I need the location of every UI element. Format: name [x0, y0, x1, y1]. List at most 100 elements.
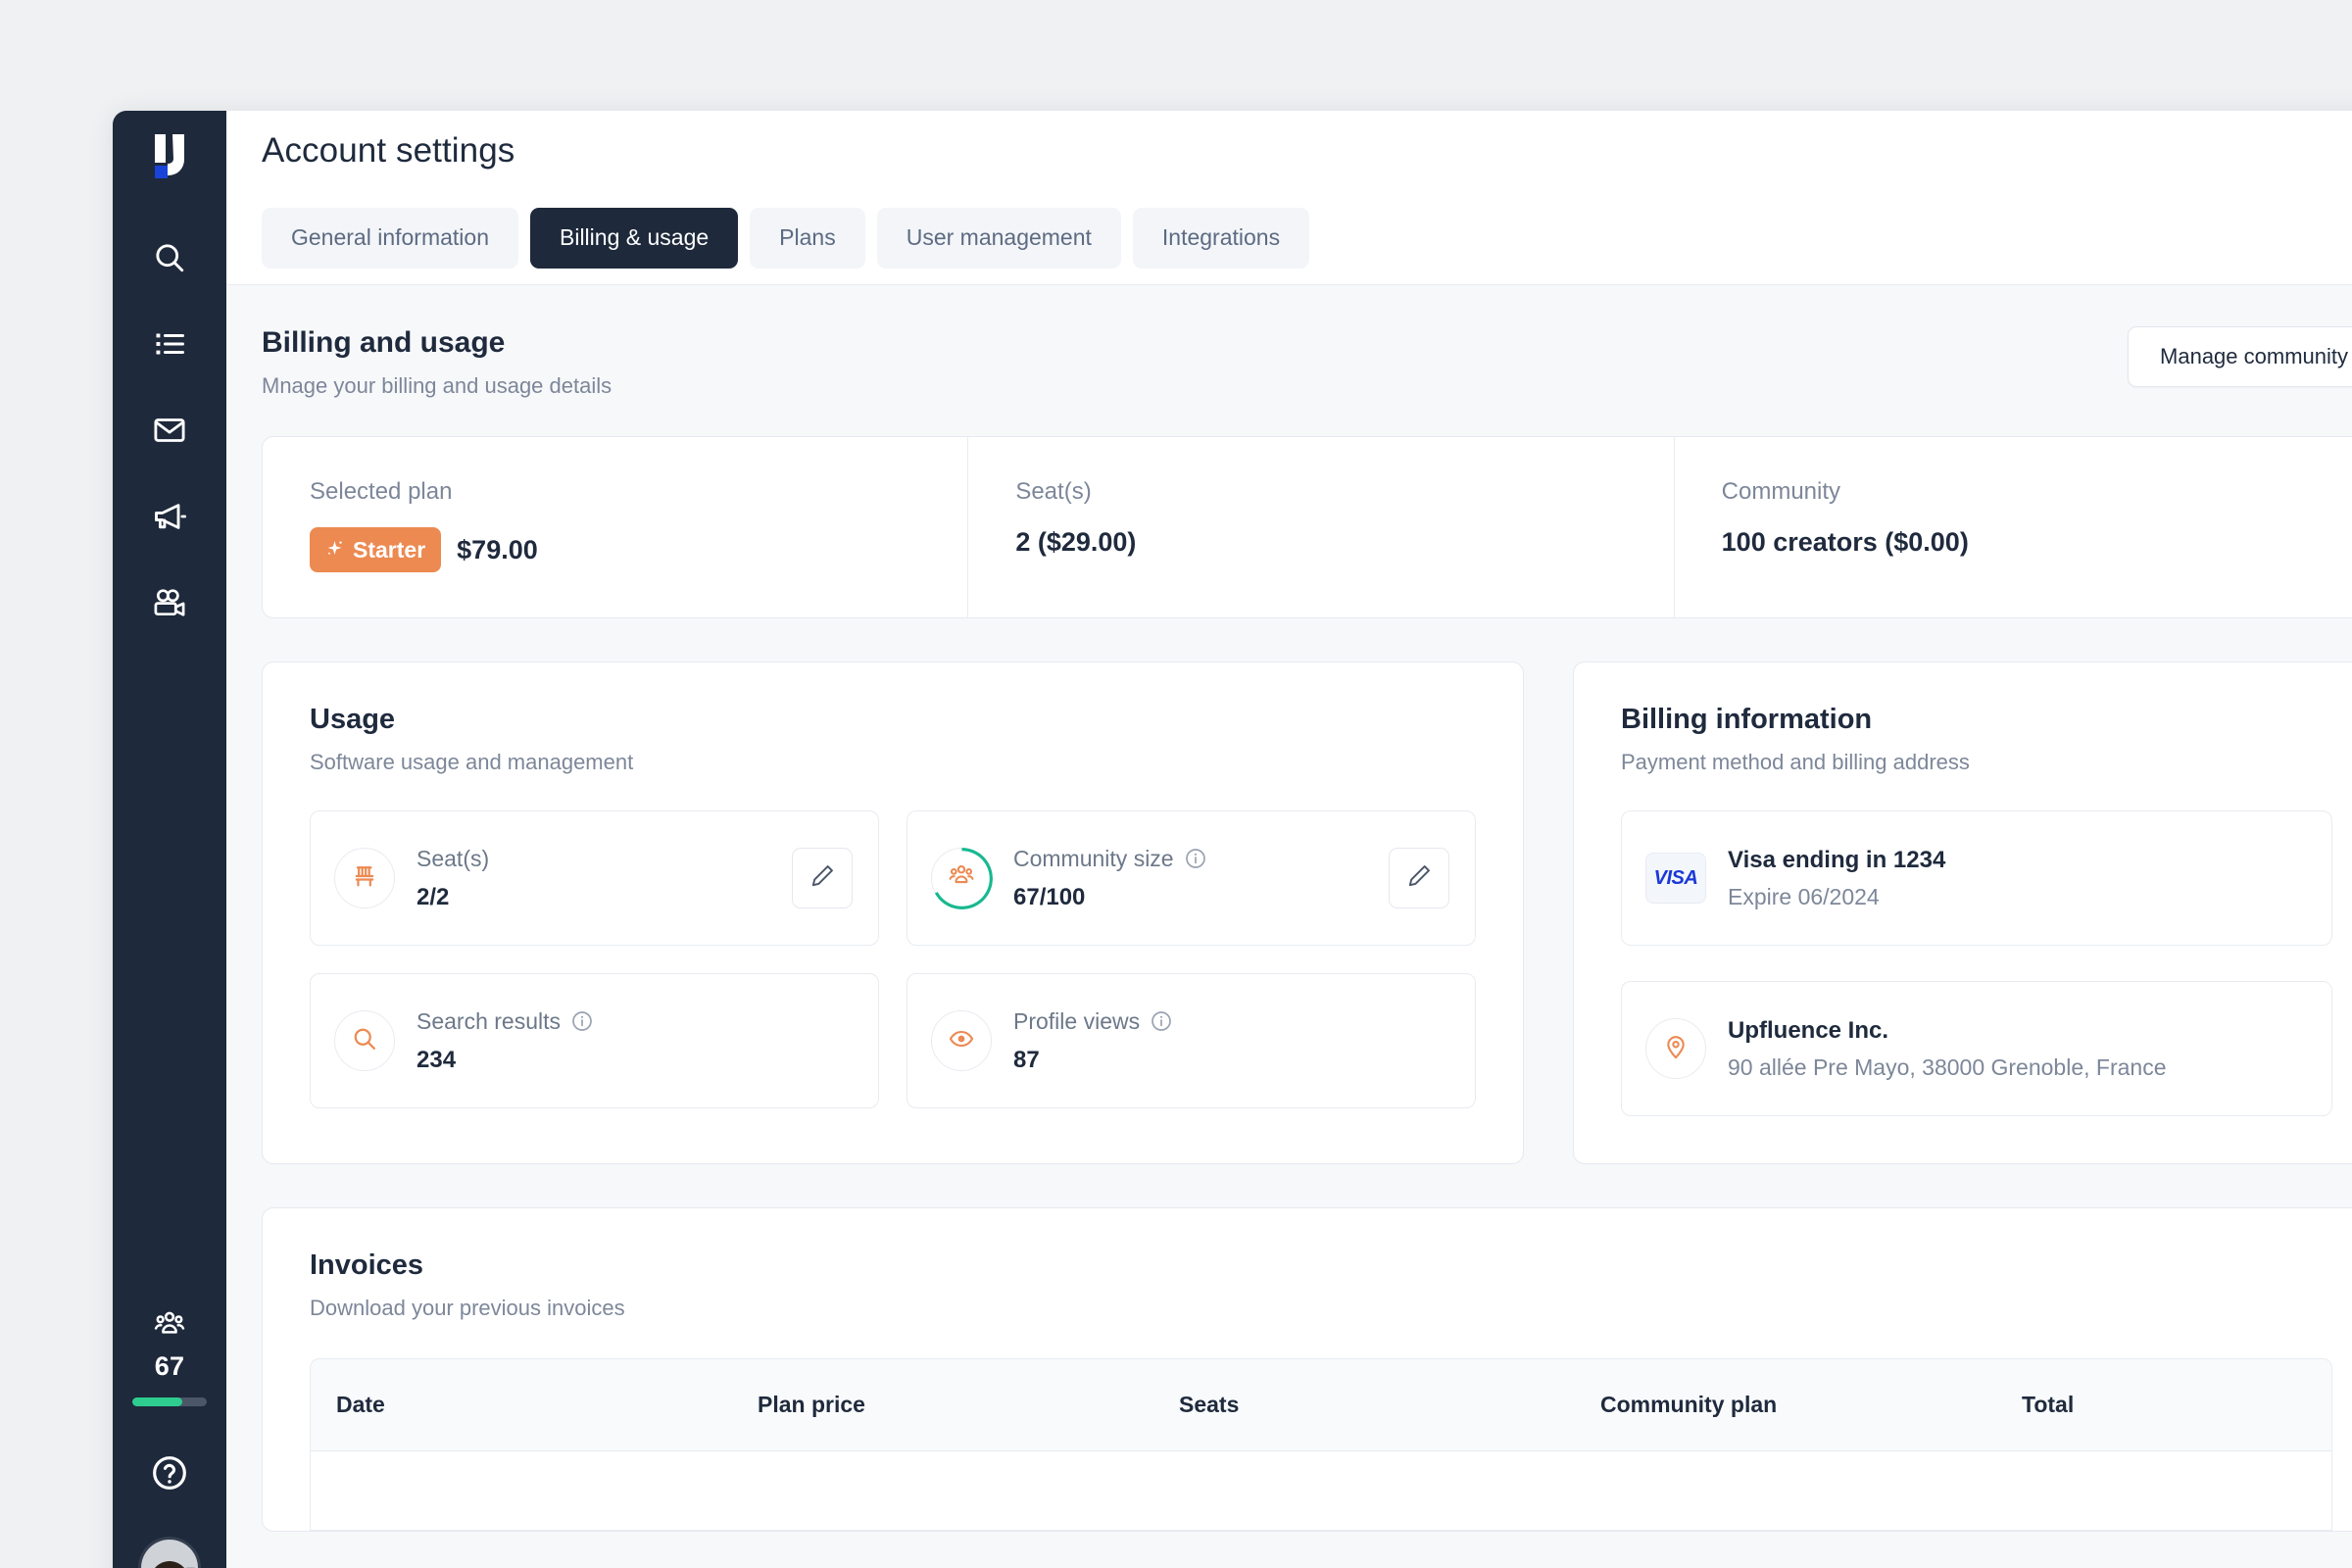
invoices-table: Date Plan price Seats Community plan Tot… — [310, 1358, 2332, 1531]
plan-badge: Starter — [310, 527, 442, 572]
manage-community-button[interactable]: Manage community — [2128, 326, 2352, 387]
summary-selected-plan: Selected plan Starter $79.00 — [263, 437, 967, 617]
summary-seats: Seat(s) 2 ($29.00) — [967, 437, 1673, 617]
usage-tile-body: Seat(s) 2/2 — [416, 846, 770, 911]
main-area: Account settings General information Bil… — [226, 111, 2352, 1568]
eye-icon-wrap — [931, 1010, 992, 1071]
avatar[interactable] — [141, 1540, 198, 1568]
billing-information-panel: Billing information Payment method and b… — [1573, 662, 2352, 1164]
invoices-table-header: Date Plan price Seats Community plan Tot… — [311, 1359, 2331, 1451]
billing-subtitle: Payment method and billing address — [1621, 750, 1970, 774]
sidebar-item-search[interactable] — [140, 232, 199, 283]
usage-tile-value: 87 — [1013, 1046, 1040, 1073]
card-primary: Visa ending in 1234 — [1728, 846, 1946, 873]
tab-bar: General information Billing & usage Plan… — [226, 191, 2352, 285]
megaphone-icon — [152, 499, 187, 534]
usage-tile-search-results: Search results 234 — [310, 973, 879, 1108]
info-icon[interactable] — [570, 1009, 594, 1033]
info-icon[interactable] — [1184, 847, 1207, 870]
column-header-total[interactable]: Total — [1996, 1392, 2331, 1418]
screen: 67 Account settings General information … — [0, 0, 2352, 1568]
invoices-title: Invoices — [310, 1250, 424, 1281]
sidebar-item-lists[interactable] — [140, 318, 199, 369]
community-count: 67 — [154, 1351, 185, 1381]
eye-icon — [948, 1025, 975, 1057]
plan-price: $79.00 — [457, 534, 538, 564]
payment-method-text: Visa ending in 1234 Expire 06/2024 — [1728, 847, 1945, 910]
payment-method-row[interactable]: VISA Visa ending in 1234 Expire 06/2024 — [1621, 810, 2332, 946]
sidebar: 67 — [113, 111, 226, 1568]
pencil-icon — [809, 862, 836, 894]
usage-tile-body: Search results 234 — [416, 1008, 853, 1074]
summary-value: 100 creators ($0.00) — [1721, 527, 1969, 557]
tab-billing-usage[interactable]: Billing & usage — [530, 207, 739, 269]
usage-tile-label-text: Community size — [1013, 845, 1174, 871]
usage-tile-profile-views: Profile views 87 — [906, 973, 1476, 1108]
billing-address-row[interactable]: Upfluence Inc. 90 allée Pre Mayo, 38000 … — [1621, 981, 2332, 1116]
tab-plans[interactable]: Plans — [750, 207, 865, 269]
list-icon — [152, 326, 187, 362]
sidebar-item-messages[interactable] — [140, 405, 199, 456]
usage-subtitle: Software usage and management — [310, 750, 634, 774]
sidebar-item-media[interactable] — [140, 577, 199, 628]
card-expiry: Expire 06/2024 — [1728, 883, 1880, 909]
section-header: Billing and usage Mnage your billing and… — [262, 326, 2352, 399]
edit-community-size-button[interactable] — [1389, 848, 1449, 908]
location-pin-icon — [1662, 1033, 1690, 1065]
community-progress-bar — [132, 1397, 207, 1406]
page-header: Account settings — [226, 111, 2352, 191]
chair-icon — [351, 862, 378, 895]
summary-community: Community 100 creators ($0.00) — [1673, 437, 2352, 617]
sidebar-footer: 67 — [113, 1291, 226, 1568]
column-header-date[interactable]: Date — [311, 1392, 732, 1418]
plan-badge-label: Starter — [353, 536, 426, 563]
section-header-text: Billing and usage Mnage your billing and… — [262, 326, 612, 399]
page-title: Account settings — [262, 131, 515, 170]
summary-value: 2 ($29.00) — [1015, 527, 1137, 557]
usage-tile-label: Search results — [416, 1008, 853, 1035]
summary-label: Community — [1721, 478, 1841, 505]
sidebar-nav — [113, 232, 226, 628]
column-header-community-plan[interactable]: Community plan — [1575, 1392, 1996, 1418]
section-title: Billing and usage — [262, 326, 506, 359]
tab-general-information[interactable]: General information — [262, 207, 518, 269]
people-icon-wrap — [931, 848, 992, 908]
help-icon[interactable] — [144, 1447, 195, 1498]
video-camera-icon — [152, 585, 187, 620]
visa-label: VISA — [1653, 866, 1698, 889]
info-icon[interactable] — [1150, 1009, 1173, 1033]
search-icon-wrap — [334, 1010, 395, 1071]
company-address: 90 allée Pre Mayo, 38000 Grenoble, Franc… — [1728, 1054, 2167, 1080]
search-icon — [152, 240, 187, 275]
usage-tile-value: 2/2 — [416, 883, 450, 910]
usage-tile-label: Profile views — [1013, 1008, 1449, 1035]
people-icon — [153, 1308, 186, 1347]
billing-title: Billing information — [1621, 704, 1873, 735]
company-name: Upfluence Inc. — [1728, 1016, 1889, 1044]
tab-user-management[interactable]: User management — [876, 207, 1121, 269]
column-header-plan-price[interactable]: Plan price — [732, 1392, 1153, 1418]
usage-tile-seats: Seat(s) 2/2 — [310, 810, 879, 946]
mail-icon — [152, 413, 187, 448]
column-header-seats[interactable]: Seats — [1153, 1392, 1575, 1418]
location-pin-icon-wrap — [1645, 1018, 1706, 1079]
usage-tile-label-text: Seat(s) — [416, 845, 490, 871]
community-progress-fill — [132, 1397, 182, 1406]
section-subtitle: Mnage your billing and usage details — [262, 373, 612, 398]
usage-tile-label-text: Search results — [416, 1007, 562, 1034]
app-window: 67 Account settings General information … — [113, 111, 2352, 1568]
community-meter[interactable]: 67 — [113, 1291, 226, 1406]
tab-integrations[interactable]: Integrations — [1132, 207, 1310, 269]
invoices-subtitle: Download your previous invoices — [310, 1296, 625, 1320]
usage-tile-label: Community size — [1013, 846, 1367, 872]
panels-row: Usage Software usage and management Seat… — [262, 662, 2352, 1164]
upfluence-logo[interactable] — [137, 124, 202, 189]
usage-tile-body: Profile views 87 — [1013, 1008, 1449, 1074]
invoices-table-body — [311, 1451, 2331, 1530]
edit-seats-button[interactable] — [792, 848, 853, 908]
billing-address-text: Upfluence Inc. 90 allée Pre Mayo, 38000 … — [1728, 1017, 2167, 1081]
sparkle-icon — [325, 537, 344, 564]
plan-summary-card: Selected plan Starter $79.00 Seat(s) 2 (… — [262, 436, 2352, 618]
sidebar-item-campaigns[interactable] — [140, 491, 199, 542]
usage-panel: Usage Software usage and management Seat… — [262, 662, 1524, 1164]
